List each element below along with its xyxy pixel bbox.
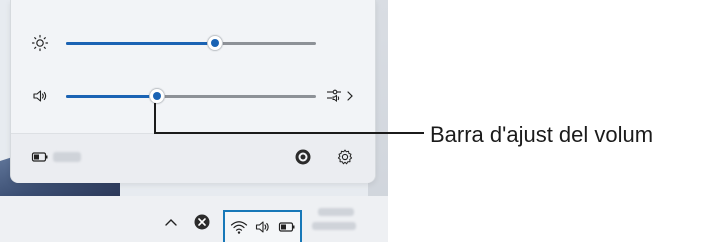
gear-icon[interactable] xyxy=(336,148,354,166)
quick-settings-footer xyxy=(11,133,375,183)
chevron-up-icon[interactable] xyxy=(163,215,179,229)
clock-time-redacted xyxy=(318,208,354,216)
app-close-icon[interactable] xyxy=(193,213,211,231)
clock-date-redacted xyxy=(312,222,356,230)
battery-icon[interactable] xyxy=(278,220,296,234)
brightness-icon xyxy=(31,34,49,52)
edit-icon[interactable] xyxy=(294,148,312,166)
chevron-right-icon[interactable] xyxy=(344,89,356,103)
quick-settings-panel xyxy=(10,0,376,183)
volume-slider-thumb[interactable] xyxy=(149,88,165,104)
callout-leader-horizontal xyxy=(154,132,424,134)
taskbar xyxy=(0,196,388,242)
brightness-slider-fill xyxy=(66,42,214,45)
callout-leader-vertical xyxy=(154,103,156,134)
volume-slider-fill xyxy=(66,95,156,98)
battery-percentage-redacted xyxy=(53,152,81,162)
callout-label: Barra d'ajust del volum xyxy=(430,122,654,147)
brightness-slider-thumb[interactable] xyxy=(207,35,223,51)
battery-icon xyxy=(31,150,49,164)
speaker-icon[interactable] xyxy=(254,219,272,235)
audio-output-icon[interactable] xyxy=(324,86,344,106)
system-tray-highlight[interactable] xyxy=(223,210,302,242)
desktop-screenshot xyxy=(0,0,388,242)
speaker-icon[interactable] xyxy=(31,87,49,105)
wifi-icon[interactable] xyxy=(230,219,248,235)
